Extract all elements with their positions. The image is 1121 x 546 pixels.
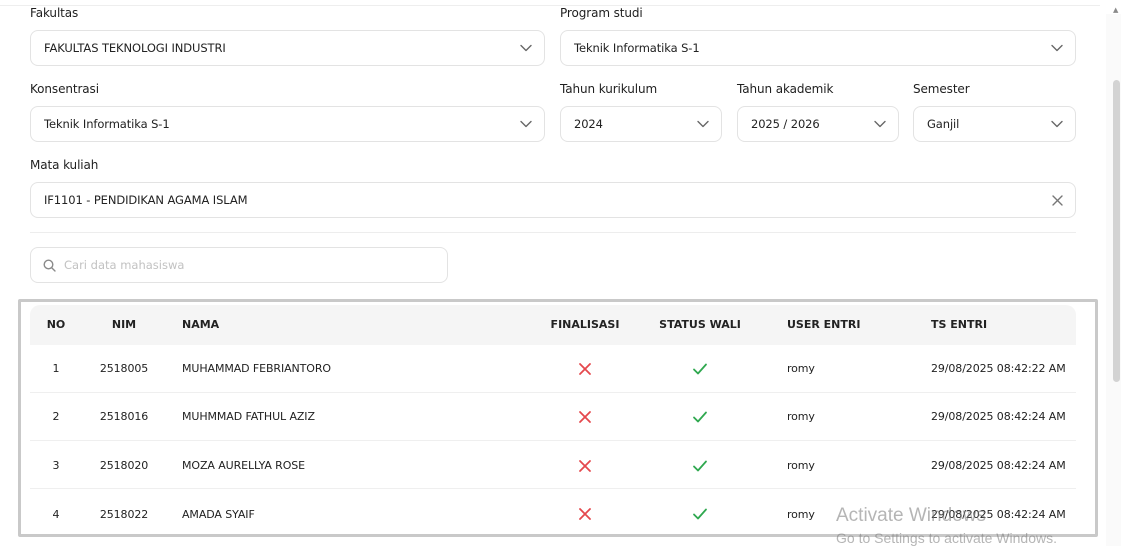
row-nim: 2518005: [99, 362, 149, 375]
column-header-nim: NIM: [111, 318, 137, 331]
row-ts-entri: 29/08/2025 08:42:24 AM: [931, 410, 1066, 423]
row-ts-entri: 29/08/2025 08:42:22 AM: [931, 362, 1066, 375]
search-input[interactable]: [64, 258, 424, 272]
section-divider: [30, 232, 1076, 233]
row-no: 3: [52, 459, 60, 472]
column-header-no: NO: [46, 318, 66, 331]
cross-icon: [579, 460, 591, 472]
activation-watermark-title: Activate Windows: [836, 505, 986, 526]
tahun-akademik-label: Tahun akademik: [737, 82, 834, 96]
chevron-down-icon: [874, 120, 886, 128]
row-ts-entri: 29/08/2025 08:42:24 AM: [931, 459, 1066, 472]
row-nama: MUHMMAD FATHUL AZIZ: [182, 410, 315, 423]
row-user-entri: romy: [787, 459, 815, 472]
check-icon: [693, 508, 707, 520]
fakultas-label: Fakultas: [30, 6, 79, 20]
chevron-down-icon: [697, 120, 709, 128]
column-header-status-wali: STATUS WALI: [659, 318, 741, 331]
cross-icon: [579, 508, 591, 520]
row-nim: 2518022: [99, 508, 149, 521]
column-header-ts-entri: TS ENTRI: [931, 318, 988, 331]
close-icon[interactable]: [1052, 194, 1063, 206]
konsentrasi-select[interactable]: Teknik Informatika S-1: [30, 106, 545, 142]
cross-icon: [579, 411, 591, 423]
row-no: 1: [52, 362, 60, 375]
search-icon: [43, 258, 56, 272]
semester-label: Semester: [913, 82, 970, 96]
row-nama: AMADA SYAIF: [182, 508, 255, 521]
chevron-down-icon: [1051, 120, 1063, 128]
top-divider: [0, 5, 1100, 6]
mata-kuliah-value: IF1101 - PENDIDIKAN AGAMA ISLAM: [44, 193, 248, 207]
chevron-down-icon: [520, 120, 532, 128]
semester-value: Ganjil: [927, 117, 960, 131]
tahun-akademik-select[interactable]: 2025 / 2026: [737, 106, 899, 142]
column-header-nama: NAMA: [182, 318, 220, 331]
row-nim: 2518016: [99, 410, 149, 423]
check-icon: [693, 411, 707, 423]
mata-kuliah-select[interactable]: IF1101 - PENDIDIKAN AGAMA ISLAM: [30, 182, 1076, 218]
scrollbar-thumb[interactable]: [1113, 80, 1120, 382]
konsentrasi-label: Konsentrasi: [30, 82, 99, 96]
program-studi-select[interactable]: Teknik Informatika S-1: [560, 30, 1076, 66]
konsentrasi-value: Teknik Informatika S-1: [44, 117, 170, 131]
column-header-finalisasi: FINALISASI: [550, 318, 620, 331]
row-no: 2: [52, 410, 60, 423]
tahun-kurikulum-value: 2024: [574, 117, 603, 131]
activation-watermark-subtitle: Go to Settings to activate Windows.: [836, 530, 1057, 546]
row-user-entri: romy: [787, 508, 815, 521]
row-user-entri: romy: [787, 362, 815, 375]
chevron-down-icon: [520, 44, 532, 52]
program-studi-value: Teknik Informatika S-1: [574, 41, 700, 55]
search-box[interactable]: [30, 247, 448, 283]
fakultas-select[interactable]: FAKULTAS TEKNOLOGI INDUSTRI: [30, 30, 545, 66]
tahun-kurikulum-label: Tahun kurikulum: [560, 82, 658, 96]
chevron-down-icon: [1051, 44, 1063, 52]
program-studi-label: Program studi: [560, 6, 643, 20]
column-header-user-entri: USER ENTRI: [787, 318, 861, 331]
mata-kuliah-label: Mata kuliah: [30, 158, 99, 172]
row-no: 4: [52, 508, 60, 521]
row-nama: MUHAMMAD FEBRIANTORO: [182, 362, 331, 375]
row-nama: MOZA AURELLYA ROSE: [182, 459, 305, 472]
row-user-entri: romy: [787, 410, 815, 423]
row-nim: 2518020: [99, 459, 149, 472]
page: ▲ Fakultas FAKULTAS TEKNOLOGI INDUSTRI P…: [0, 0, 1121, 546]
semester-select[interactable]: Ganjil: [913, 106, 1076, 142]
fakultas-value: FAKULTAS TEKNOLOGI INDUSTRI: [44, 41, 226, 55]
cross-icon: [579, 363, 591, 375]
check-icon: [693, 460, 707, 472]
tahun-kurikulum-select[interactable]: 2024: [560, 106, 722, 142]
check-icon: [693, 363, 707, 375]
scroll-up-arrow-icon[interactable]: ▲: [1113, 7, 1118, 14]
tahun-akademik-value: 2025 / 2026: [751, 117, 820, 131]
